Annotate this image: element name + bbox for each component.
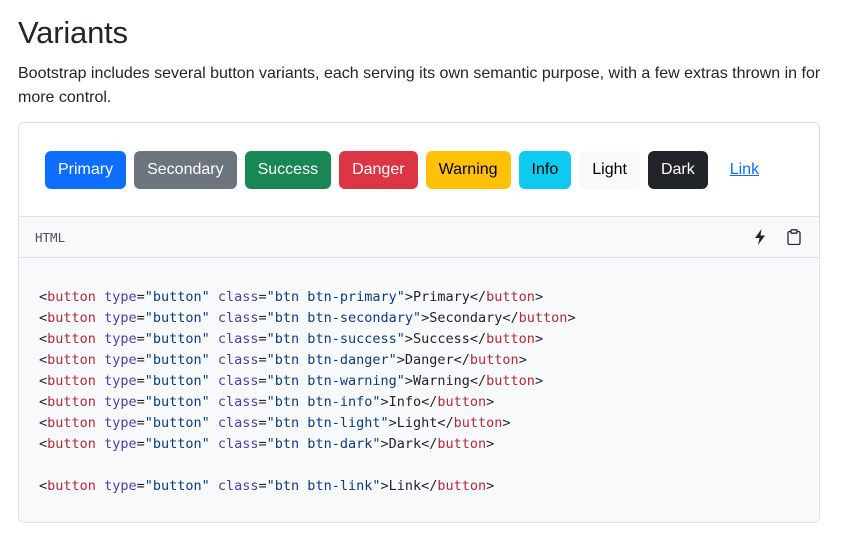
code-line: <button type="button" class="btn btn-war… bbox=[39, 373, 544, 389]
code-line: <button type="button" class="btn btn-lig… bbox=[39, 415, 511, 431]
success-button[interactable]: Success bbox=[244, 150, 332, 189]
primary-button[interactable]: Primary bbox=[45, 150, 127, 189]
code-block: <button type="button" class="btn btn-pri… bbox=[19, 258, 819, 522]
button-examples: Primary Secondary Success Danger Warning Info… bbox=[19, 123, 819, 217]
page-description: Bootstrap includes several button varian… bbox=[18, 65, 821, 106]
danger-button[interactable]: Danger bbox=[339, 150, 418, 189]
secondary-button[interactable]: Secondary bbox=[134, 150, 237, 189]
warning-button[interactable]: Warning bbox=[425, 150, 511, 189]
code-line: <button type="button" class="btn btn-inf… bbox=[39, 394, 495, 410]
dark-button[interactable]: Dark bbox=[647, 150, 708, 189]
example-card: Primary Secondary Success Danger Warning Info… bbox=[18, 122, 820, 523]
code-actions bbox=[751, 228, 803, 246]
code-line: <button type="button" class="btn btn-pri… bbox=[39, 289, 544, 305]
code-header: HTML bbox=[19, 217, 819, 258]
code-line: <button type="button" class="btn btn-lin… bbox=[39, 478, 495, 494]
code-line: <button type="button" class="btn btn-suc… bbox=[39, 331, 544, 347]
code-line: <button type="button" class="btn btn-dar… bbox=[39, 436, 495, 452]
info-button[interactable]: Info bbox=[518, 150, 572, 189]
page: Variants Bootstrap includes several butt… bbox=[0, 0, 844, 110]
clipboard-icon[interactable] bbox=[785, 228, 803, 246]
code-language: HTML bbox=[35, 229, 66, 245]
code-snippet: <button type="button" class="btn btn-pri… bbox=[39, 287, 799, 497]
lightning-icon[interactable] bbox=[751, 228, 769, 246]
code-line: <button type="button" class="btn btn-sec… bbox=[39, 310, 576, 326]
page-title: Variants bbox=[18, 15, 128, 50]
code-line: <button type="button" class="btn btn-dan… bbox=[39, 352, 527, 368]
light-button[interactable]: Light bbox=[579, 150, 640, 189]
link-button[interactable]: Link bbox=[717, 151, 772, 189]
